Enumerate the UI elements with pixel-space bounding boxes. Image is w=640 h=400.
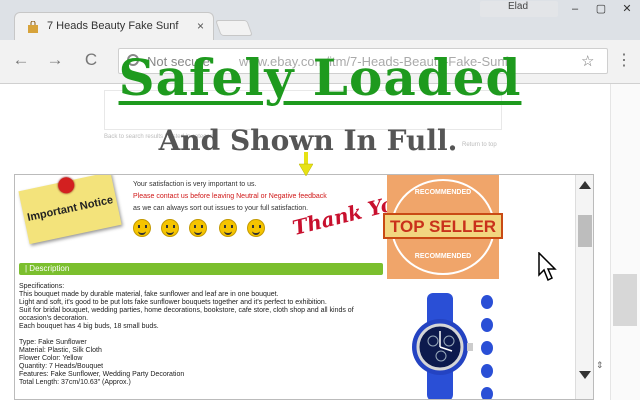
minimize-button[interactable]: – bbox=[562, 0, 588, 18]
thumbnail[interactable] bbox=[481, 318, 493, 332]
thumbnail[interactable] bbox=[481, 364, 493, 378]
scroll-up-icon[interactable] bbox=[579, 181, 591, 189]
detail-line: Material: Plastic, Silk Cloth bbox=[19, 347, 102, 354]
pin-icon bbox=[56, 175, 76, 195]
detail-line: Specifications: bbox=[19, 283, 65, 290]
headline: Safely Loaded bbox=[118, 48, 522, 107]
satisfaction-text: as we can always sort out issues to your… bbox=[133, 205, 309, 212]
scroll-down-icon[interactable] bbox=[579, 371, 591, 379]
shopping-bag-icon bbox=[28, 21, 38, 33]
detail-line bbox=[19, 331, 399, 339]
description-frame: Important Notice Your satisfaction is ve… bbox=[14, 174, 594, 400]
smiley-icon bbox=[133, 219, 151, 237]
feedback-warning-text: Please contact us before leaving Neutral… bbox=[133, 193, 327, 200]
new-tab-button[interactable] bbox=[215, 20, 253, 36]
description-label: | Description bbox=[25, 264, 70, 273]
close-window-button[interactable]: ✕ bbox=[614, 0, 640, 18]
description-body: Specifications: This bouquet made by dur… bbox=[19, 283, 399, 387]
important-notice-note: Important Notice bbox=[18, 175, 122, 245]
down-arrow-icon bbox=[299, 152, 313, 176]
detail-line: Light and soft, it's good to be put lots… bbox=[19, 299, 327, 306]
scroll-thumb[interactable] bbox=[578, 215, 592, 247]
smiley-icon bbox=[189, 219, 207, 237]
page-scroll-thumb[interactable] bbox=[613, 274, 637, 326]
detail-line: Quantity: 7 Heads/Bouquet bbox=[19, 363, 104, 370]
satisfaction-text: Your satisfaction is very important to u… bbox=[133, 181, 257, 188]
detail-line: Flower Color: Yellow bbox=[19, 355, 83, 362]
description-header: | Description bbox=[19, 263, 383, 275]
badge-ribbon: TOP SELLER bbox=[383, 213, 503, 239]
badge-bottom-text: RECOMMENDED bbox=[414, 253, 472, 260]
thumbnail[interactable] bbox=[481, 387, 493, 399]
tab-close-icon[interactable]: × bbox=[197, 19, 204, 33]
mouse-cursor-icon bbox=[538, 252, 557, 282]
detail-line: Type: Fake Sunflower bbox=[19, 339, 87, 346]
frame-scrollbar[interactable] bbox=[575, 175, 593, 399]
smiley-icon bbox=[161, 219, 179, 237]
watch-product-image bbox=[412, 293, 473, 399]
tab-title: 7 Heads Beauty Fake Sunf bbox=[47, 20, 179, 32]
badge-main-text: TOP SELLER bbox=[389, 217, 497, 236]
detail-line: Each bouquet has 4 big buds, 18 small bu… bbox=[19, 323, 159, 330]
thumbnail-strip bbox=[481, 295, 497, 399]
detail-line: occasion's decoration. bbox=[19, 315, 89, 322]
smiley-icon bbox=[219, 219, 237, 237]
tab-strip: 7 Heads Beauty Fake Sunf × Elad – ▢ ✕ bbox=[0, 0, 640, 40]
detail-line: Features: Fake Sunflower, Wedding Party … bbox=[19, 371, 185, 378]
resize-handle-icon[interactable]: ⇕ bbox=[596, 360, 604, 371]
badge-top-text: RECOMMENDED bbox=[414, 189, 472, 196]
detail-line: This bouquet made by durable material, f… bbox=[19, 291, 279, 298]
smiley-icon bbox=[247, 219, 265, 237]
profile-button[interactable]: Elad bbox=[480, 1, 558, 17]
detail-line: Total Length: 37cm/10.63" (Approx.) bbox=[19, 379, 131, 386]
note-text: Important Notice bbox=[26, 194, 115, 224]
tab-active[interactable]: 7 Heads Beauty Fake Sunf × bbox=[14, 12, 214, 40]
thumbnail[interactable] bbox=[481, 341, 493, 355]
top-seller-badge: RECOMMENDED TOP SELLER RECOMMENDED bbox=[383, 175, 503, 279]
thumbnail[interactable] bbox=[481, 295, 493, 309]
detail-line: Suit for bridal bouquet, wedding parties… bbox=[19, 307, 354, 314]
maximize-button[interactable]: ▢ bbox=[588, 0, 614, 18]
